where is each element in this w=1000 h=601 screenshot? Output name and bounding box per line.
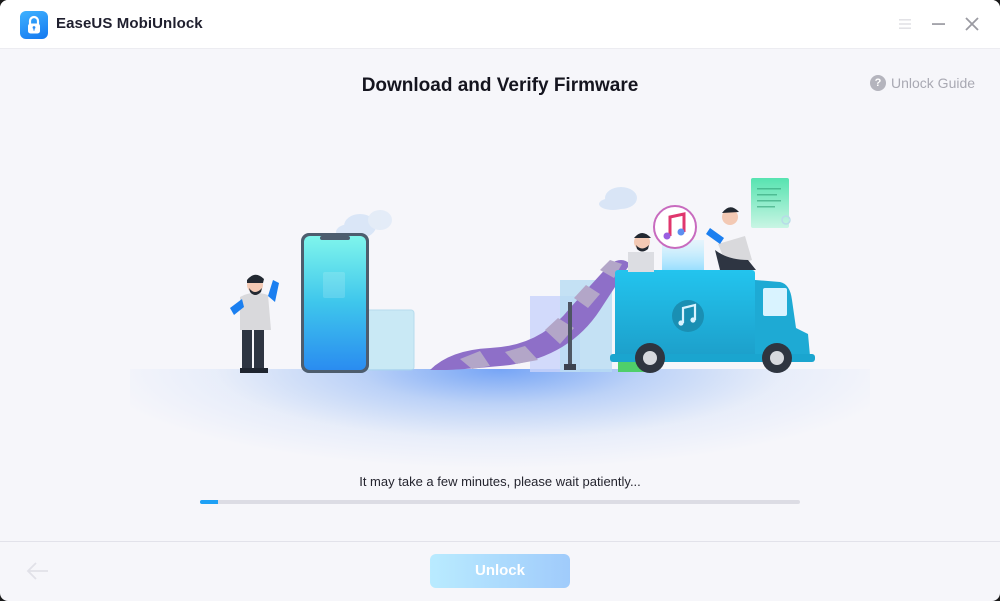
- truck-wheel-rear: [635, 343, 665, 373]
- app-title: EaseUS MobiUnlock: [56, 15, 203, 32]
- unlock-guide-label: Unlock Guide: [891, 75, 976, 91]
- document-scroll: [751, 178, 791, 228]
- arrow-left-icon[interactable]: [24, 560, 52, 582]
- delivery-truck: [610, 270, 815, 373]
- hamburger-menu-icon[interactable]: [895, 14, 915, 34]
- unlock-guide-link[interactable]: ? Unlock Guide: [870, 74, 975, 92]
- firmware-download-illustration: [230, 178, 815, 373]
- title-bar: EaseUS MobiUnlock: [0, 0, 1000, 49]
- progress-fill: [200, 500, 218, 504]
- download-progress-bar: [200, 500, 800, 504]
- person-on-truck: [706, 207, 756, 270]
- padlock-icon: [20, 11, 48, 39]
- minimize-icon[interactable]: [929, 14, 949, 34]
- photo-card: [361, 309, 415, 371]
- smartphone: [301, 233, 369, 373]
- person-waving: [230, 274, 279, 373]
- person-in-truck: [628, 233, 654, 272]
- close-icon[interactable]: [962, 14, 982, 34]
- question-circle-icon: ?: [870, 75, 886, 91]
- cloud-right: [599, 187, 637, 210]
- unlock-button[interactable]: Unlock: [430, 554, 570, 588]
- footer-divider: [0, 541, 1000, 542]
- page-title: Download and Verify Firmware: [361, 75, 639, 96]
- truck-wheel-front: [762, 343, 792, 373]
- app-window: EaseUS MobiUnlock Download and Verify Fi…: [0, 0, 1000, 601]
- progress-message: It may take a few minutes, please wait p…: [359, 474, 641, 489]
- music-badge: [653, 205, 697, 249]
